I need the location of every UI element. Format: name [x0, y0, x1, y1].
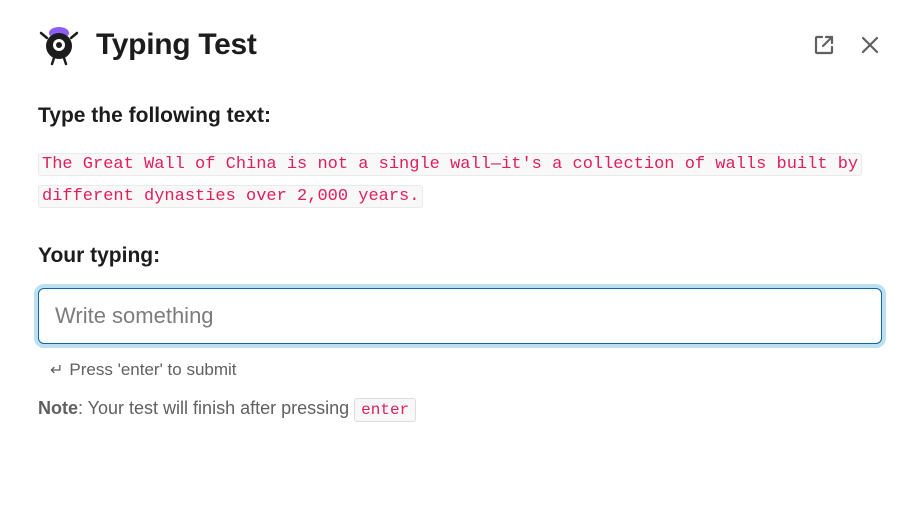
note-row: Note: Your test will finish after pressi…: [38, 398, 882, 419]
enter-arrow-icon: ↵: [50, 360, 63, 380]
prompt-heading: Type the following text:: [38, 104, 882, 128]
note-label: Note: [38, 398, 78, 418]
typing-input[interactable]: [38, 288, 882, 344]
app-icon: [38, 24, 80, 66]
target-text-block: The Great Wall of China is not a single …: [38, 148, 882, 212]
modal-title: Typing Test: [96, 28, 257, 62]
typing-heading: Your typing:: [38, 244, 882, 268]
close-icon[interactable]: [858, 33, 882, 57]
open-external-icon[interactable]: [812, 33, 836, 57]
note-text: : Your test will finish after pressing: [78, 398, 354, 418]
hint-row: ↵ Press 'enter' to submit: [38, 354, 882, 380]
hint-text: Press 'enter' to submit: [69, 360, 236, 380]
target-text: The Great Wall of China is not a single …: [38, 153, 862, 208]
note-code: enter: [354, 398, 416, 422]
